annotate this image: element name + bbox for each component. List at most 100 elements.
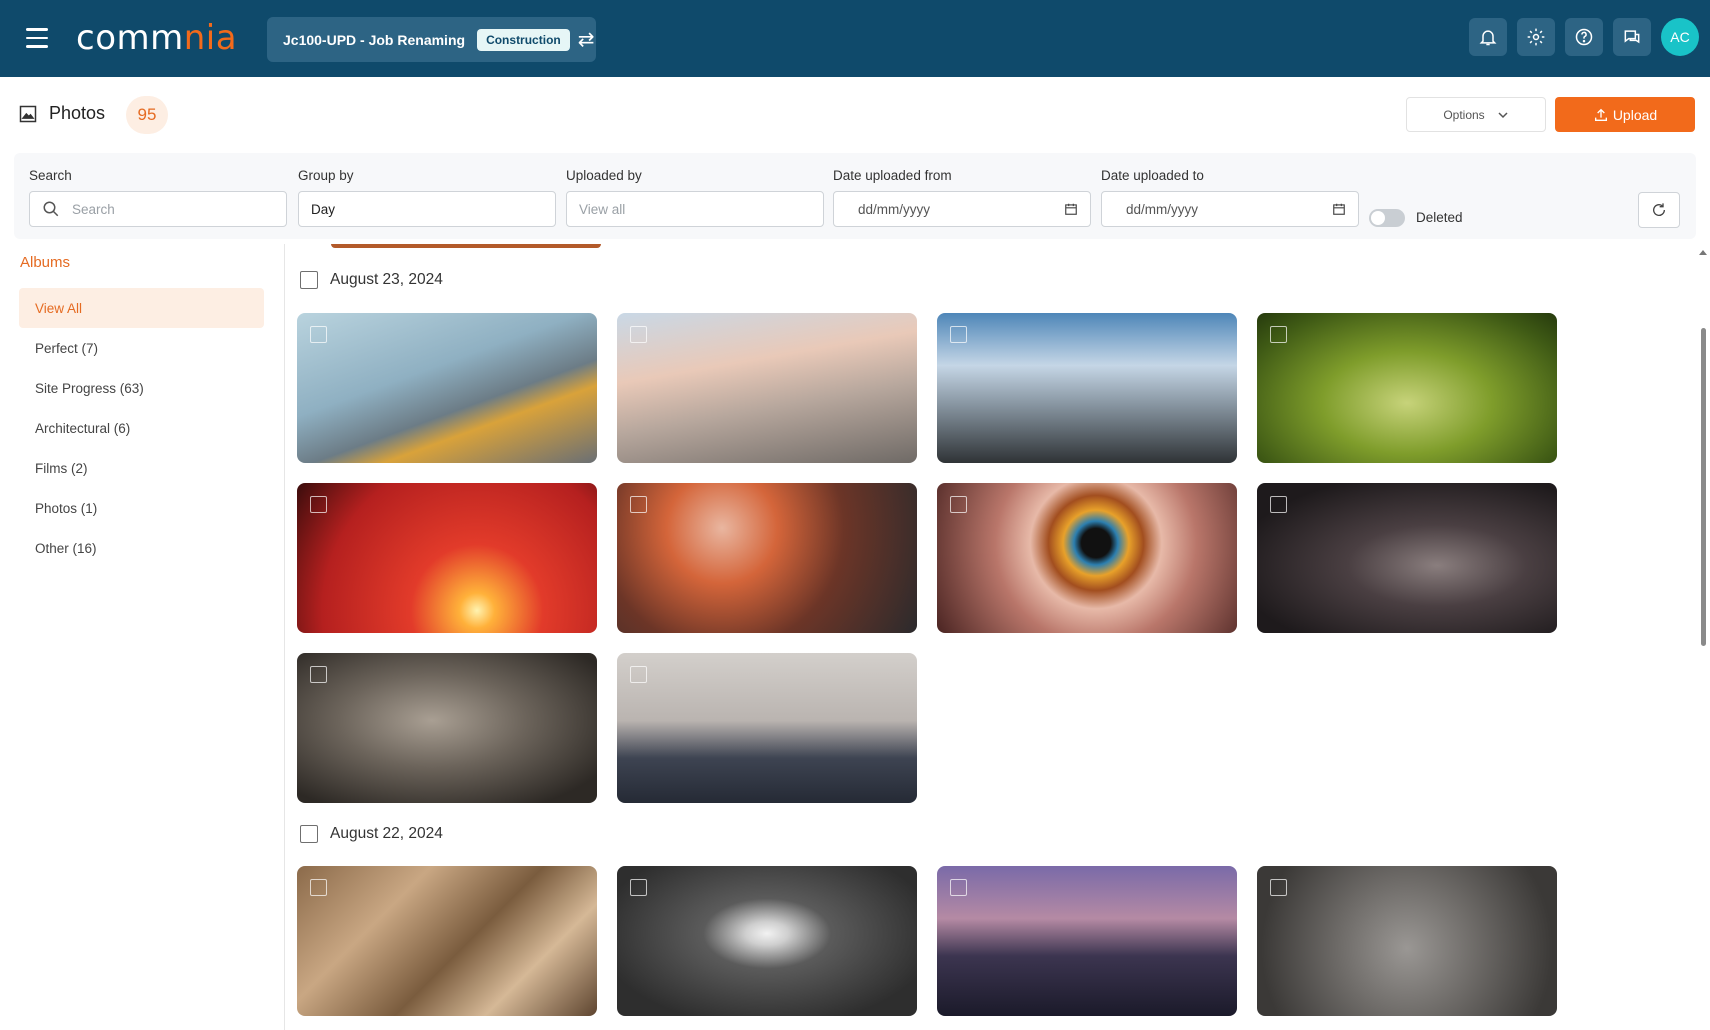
swap-icon[interactable]: ⇄: [578, 30, 595, 50]
photo-thumbnail[interactable]: [617, 653, 917, 803]
commnia-logo[interactable]: commnia: [76, 18, 237, 58]
options-dropdown[interactable]: Options: [1406, 97, 1546, 132]
group-by-filter: Group by Day: [298, 168, 556, 227]
photo-checkbox[interactable]: [310, 496, 327, 513]
photo-thumbnail[interactable]: [1257, 866, 1557, 1016]
date-to-filter: Date uploaded to dd/mm/yyyy: [1101, 168, 1359, 227]
photo-checkbox[interactable]: [310, 666, 327, 683]
photo-thumbnail[interactable]: [617, 483, 917, 633]
calendar-icon[interactable]: [1332, 202, 1346, 216]
job-name: Jc100-UPD - Job Renaming: [283, 31, 466, 48]
upload-button[interactable]: Upload: [1555, 97, 1695, 132]
date-group-label: August 23, 2024: [330, 271, 443, 288]
menu-icon[interactable]: [26, 28, 48, 48]
messages-button[interactable]: [1613, 18, 1651, 56]
album-item-other[interactable]: Other (16): [19, 528, 264, 568]
photo-checkbox[interactable]: [1270, 496, 1287, 513]
photo-checkbox[interactable]: [950, 496, 967, 513]
album-item-perfect[interactable]: Perfect (7): [19, 328, 264, 368]
uploaded-by-select[interactable]: View all: [566, 191, 824, 227]
filter-bar: Search Search Group by Day Uploaded by V…: [14, 153, 1696, 239]
bell-icon: [1479, 30, 1497, 46]
date-from-filter: Date uploaded from dd/mm/yyyy: [833, 168, 1091, 227]
photo-thumbnail[interactable]: [617, 866, 917, 1016]
photo-thumbnail[interactable]: [297, 313, 597, 463]
notifications-button[interactable]: [1469, 18, 1507, 56]
job-selector[interactable]: Jc100-UPD - Job Renaming Construction ⇄: [267, 17, 596, 62]
photo-checkbox[interactable]: [630, 666, 647, 683]
select-group-checkbox[interactable]: [300, 825, 318, 843]
group-by-select[interactable]: Day: [298, 191, 556, 227]
search-label: Search: [29, 168, 72, 183]
photo-thumbnail-partial[interactable]: [331, 244, 601, 248]
photo-count-badge: 95: [126, 96, 168, 134]
photo-thumbnail[interactable]: [937, 866, 1237, 1016]
page-title: Photos: [49, 103, 106, 123]
help-icon: [1575, 28, 1593, 46]
search-icon: [43, 201, 59, 217]
select-group-checkbox[interactable]: [300, 271, 318, 289]
photo-thumbnail[interactable]: [297, 653, 597, 803]
search-placeholder: Search: [72, 201, 115, 217]
date-to-placeholder: dd/mm/yyyy: [1126, 201, 1199, 217]
upload-icon: [1594, 108, 1607, 121]
date-group-label: August 22, 2024: [330, 825, 443, 842]
album-item-photos[interactable]: Photos (1): [19, 488, 264, 528]
date-group-header: August 22, 2024: [300, 822, 443, 846]
chevron-down-icon: [1498, 111, 1508, 118]
deleted-toggle[interactable]: [1369, 209, 1405, 227]
deleted-label: Deleted: [1416, 210, 1463, 225]
chat-icon: [1624, 30, 1640, 44]
date-group-header: August 23, 2024: [300, 268, 443, 292]
calendar-icon[interactable]: [1064, 202, 1078, 216]
reset-filters-button[interactable]: [1638, 192, 1680, 228]
scrollbar[interactable]: [1697, 244, 1709, 1030]
upload-label: Upload: [1612, 106, 1658, 123]
photo-checkbox[interactable]: [310, 879, 327, 896]
photo-thumbnail[interactable]: [297, 483, 597, 633]
search-input[interactable]: Search: [29, 191, 287, 227]
album-item-architectural[interactable]: Architectural (6): [19, 408, 264, 448]
date-to-label: Date uploaded to: [1101, 168, 1204, 183]
photo-thumbnail[interactable]: [1257, 313, 1557, 463]
photo-thumbnail[interactable]: [1257, 483, 1557, 633]
page-header: Photos 95 Options Upload: [0, 77, 1710, 152]
help-button[interactable]: [1565, 18, 1603, 56]
photo-checkbox[interactable]: [630, 496, 647, 513]
date-from-input[interactable]: dd/mm/yyyy: [833, 191, 1091, 227]
settings-button[interactable]: [1517, 18, 1555, 56]
user-avatar[interactable]: AC: [1661, 18, 1699, 56]
uploaded-by-filter: Uploaded by View all: [566, 168, 824, 227]
photo-thumbnail[interactable]: [617, 313, 917, 463]
photo-checkbox[interactable]: [630, 879, 647, 896]
photo-checkbox[interactable]: [630, 326, 647, 343]
albums-title: Albums: [20, 254, 71, 271]
photo-checkbox[interactable]: [950, 879, 967, 896]
scrollbar-thumb[interactable]: [1701, 328, 1706, 646]
uploaded-by-placeholder: View all: [579, 201, 626, 217]
photo-checkbox[interactable]: [950, 326, 967, 343]
photo-thumbnail[interactable]: [297, 866, 597, 1016]
photo-checkbox[interactable]: [1270, 879, 1287, 896]
photo-checkbox[interactable]: [1270, 326, 1287, 343]
date-from-label: Date uploaded from: [833, 168, 952, 183]
album-item-view-all[interactable]: View All: [19, 288, 264, 328]
album-item-films[interactable]: Films (2): [19, 448, 264, 488]
group-by-label: Group by: [298, 168, 354, 183]
photo-grid: August 23, 2024 August 22, 2024: [286, 244, 1694, 1030]
date-from-placeholder: dd/mm/yyyy: [858, 201, 931, 217]
date-to-input[interactable]: dd/mm/yyyy: [1101, 191, 1359, 227]
albums-sidebar: Albums View All Perfect (7) Site Progres…: [0, 244, 285, 1030]
photo-thumbnail[interactable]: [937, 313, 1237, 463]
refresh-icon: [1653, 203, 1666, 216]
top-navbar: commnia Jc100-UPD - Job Renaming Constru…: [0, 0, 1710, 77]
search-filter: Search Search: [29, 168, 287, 227]
uploaded-by-label: Uploaded by: [566, 168, 642, 183]
photo-checkbox[interactable]: [310, 326, 327, 343]
scroll-up-arrow-icon[interactable]: [1699, 250, 1707, 255]
album-item-site-progress[interactable]: Site Progress (63): [19, 368, 264, 408]
options-label: Options: [1443, 107, 1485, 122]
image-icon: [19, 105, 37, 123]
group-by-value: Day: [311, 201, 336, 217]
photo-thumbnail[interactable]: [937, 483, 1237, 633]
